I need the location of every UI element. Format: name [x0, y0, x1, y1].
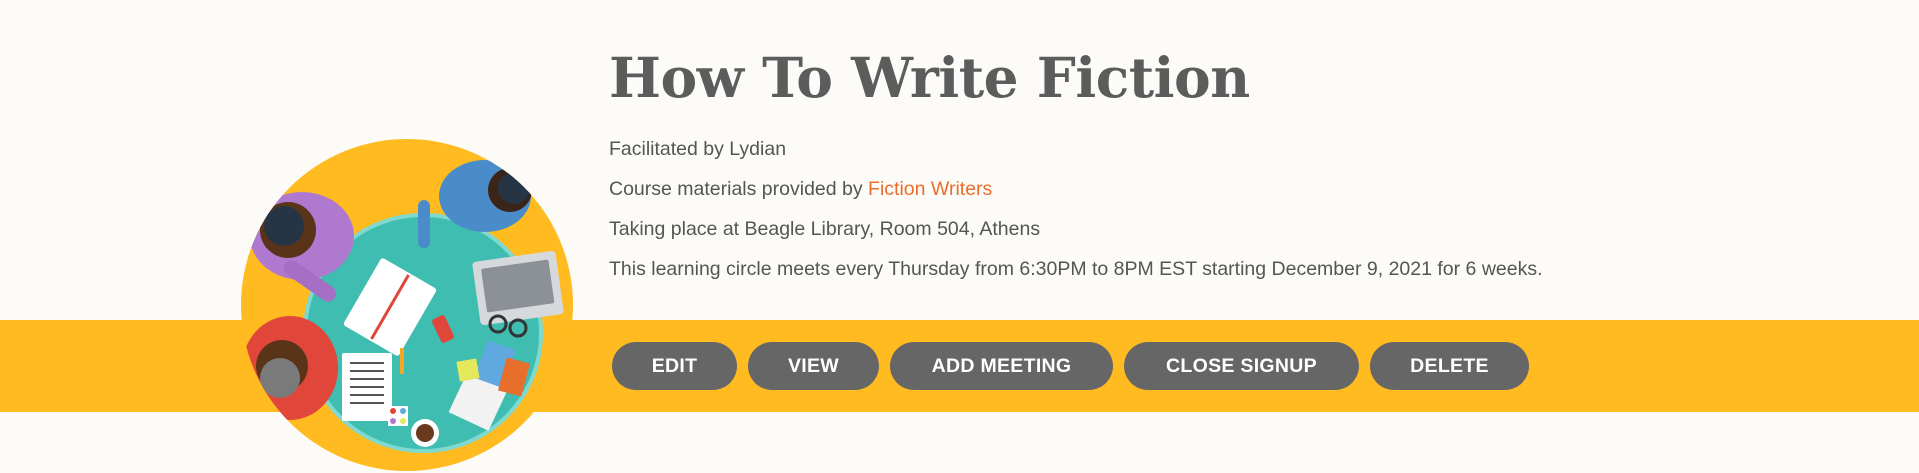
course-materials-prefix: Course materials provided by: [609, 178, 869, 200]
add-meeting-button[interactable]: ADD MEETING: [890, 342, 1113, 390]
study-group-illustration: [240, 138, 574, 472]
fiction-writers-link[interactable]: Fiction Writers: [868, 178, 992, 200]
close-signup-button[interactable]: CLOSE SIGNUP: [1124, 342, 1359, 390]
action-buttons: EDIT VIEW ADD MEETING CLOSE SIGNUP DELET…: [612, 342, 1529, 390]
view-button[interactable]: VIEW: [748, 342, 879, 390]
course-materials-text: Course materials provided by Fiction Wri…: [609, 177, 992, 201]
page-title: How To Write Fiction: [609, 45, 1250, 110]
delete-button[interactable]: DELETE: [1370, 342, 1529, 390]
study-group-table-illustration: [241, 139, 573, 471]
edit-button[interactable]: EDIT: [612, 342, 737, 390]
facilitator-text: Facilitated by Lydian: [609, 138, 787, 160]
location-text: Taking place at Beagle Library, Room 504…: [609, 218, 1041, 240]
schedule-text: This learning circle meets every Thursda…: [609, 258, 1543, 280]
